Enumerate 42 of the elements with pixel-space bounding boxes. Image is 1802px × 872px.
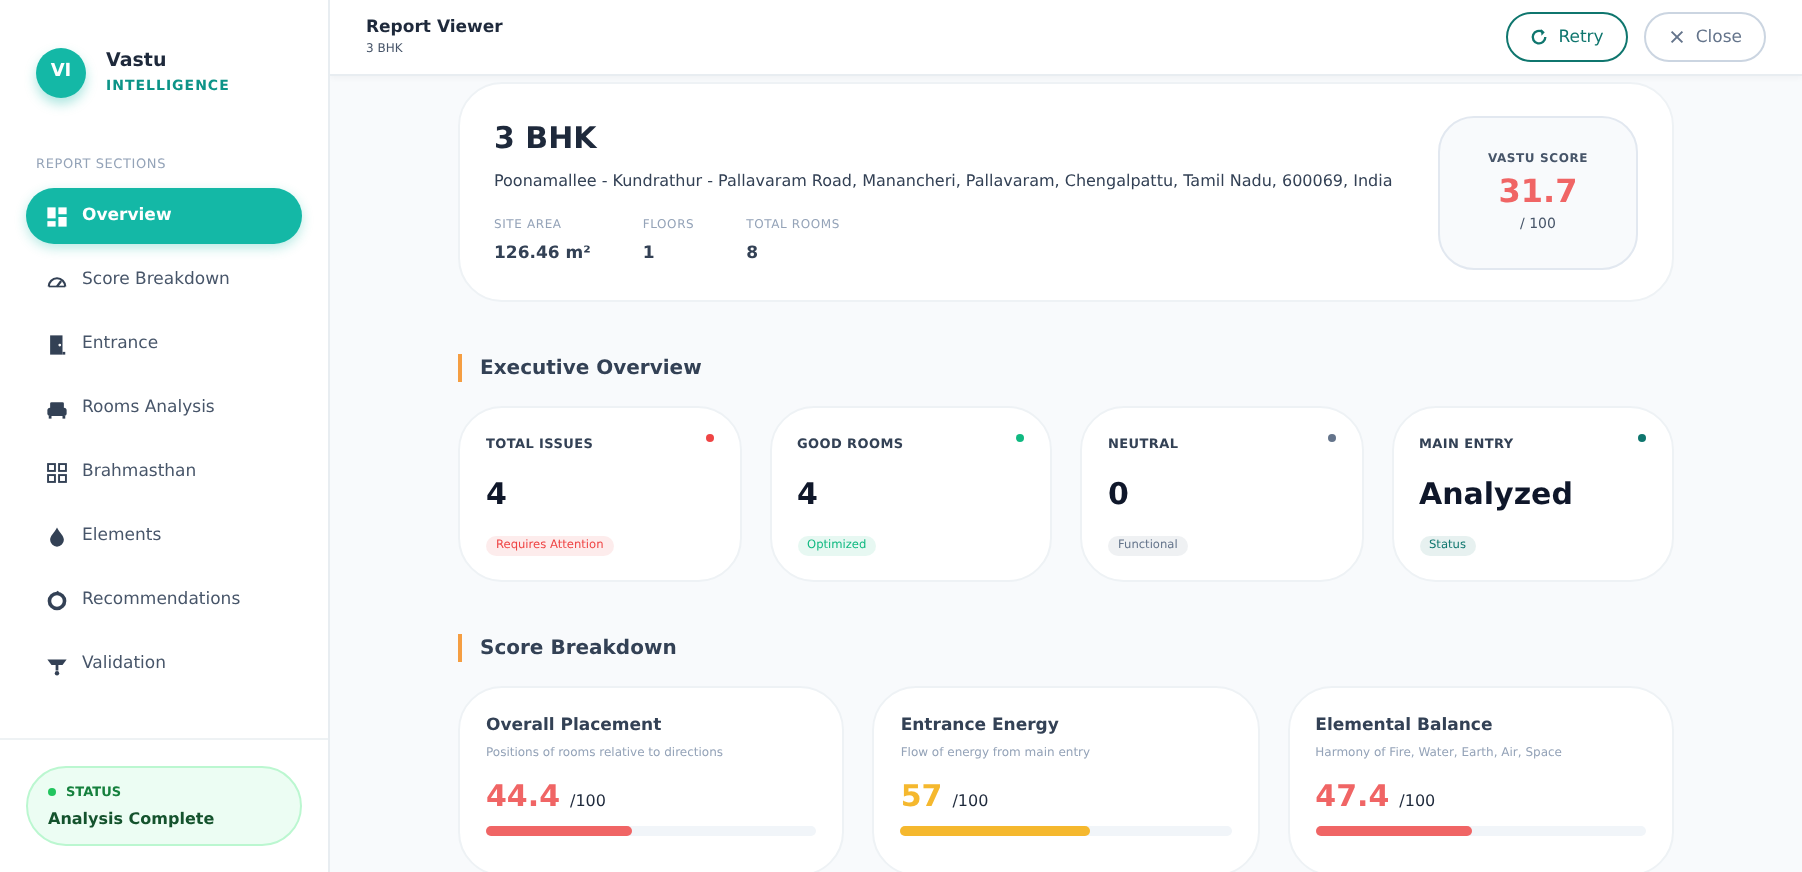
section-title: Executive Overview: [480, 357, 702, 379]
score-title: Elemental Balance: [1315, 716, 1495, 736]
score-value: 31.7: [1498, 172, 1578, 210]
score-max: /100: [570, 792, 606, 810]
sidebar-item[interactable]: Brahmasthan: [26, 444, 302, 500]
ring-icon: [46, 589, 68, 611]
score-title: Overall Placement: [486, 716, 664, 736]
fact-value: 1: [642, 244, 657, 264]
refresh-icon: [1530, 28, 1549, 46]
score-value: 44.4: [486, 778, 561, 814]
property-title: 3 BHK: [494, 120, 599, 156]
stat-value: 4: [797, 476, 818, 512]
section-title: Score Breakdown: [480, 637, 677, 659]
stat-value: Analyzed: [1419, 476, 1573, 512]
sidebar-item[interactable]: Recommendations: [26, 572, 302, 628]
property-address: Poonamallee - Kundrathur - Pallavaram Road, Manancheri, Pallavaram, Chengalpattu, Tamil Nadu, 600069, India: [494, 172, 1395, 190]
page-title: Report Viewer: [366, 18, 505, 38]
brand-name: Vastu: [106, 50, 169, 72]
sidebar-item[interactable]: Entrance: [26, 316, 302, 372]
sidebar-item[interactable]: Score Breakdown: [26, 252, 302, 308]
sidebar-item[interactable]: Rooms Analysis: [26, 380, 302, 436]
sofa-icon: [46, 397, 68, 419]
dashboard-icon: [46, 205, 68, 227]
stat-value: 0: [1108, 476, 1129, 512]
sidebar-item[interactable]: Validation: [26, 636, 302, 692]
close-button[interactable]: Close: [1643, 12, 1766, 62]
score-max: /100: [1399, 792, 1436, 810]
score-value: 57: [900, 778, 943, 814]
grid-icon: [46, 461, 68, 483]
door-icon: [46, 333, 68, 355]
score-title: Entrance Energy: [900, 716, 1061, 736]
fact-value: 8: [746, 244, 761, 264]
status-value: Analysis Complete: [48, 810, 217, 828]
stat-value: 4: [486, 476, 507, 512]
drop-icon: [46, 525, 68, 547]
close-icon: [1667, 28, 1686, 46]
score-value: 47.4: [1315, 778, 1390, 814]
retry-button[interactable]: Retry: [1506, 12, 1628, 62]
logo-avatar: VI: [36, 47, 86, 97]
score-max: /100: [952, 792, 989, 810]
sidebar-item[interactable]: Elements: [26, 508, 302, 564]
fact-value: 126.46 m²: [494, 244, 591, 264]
